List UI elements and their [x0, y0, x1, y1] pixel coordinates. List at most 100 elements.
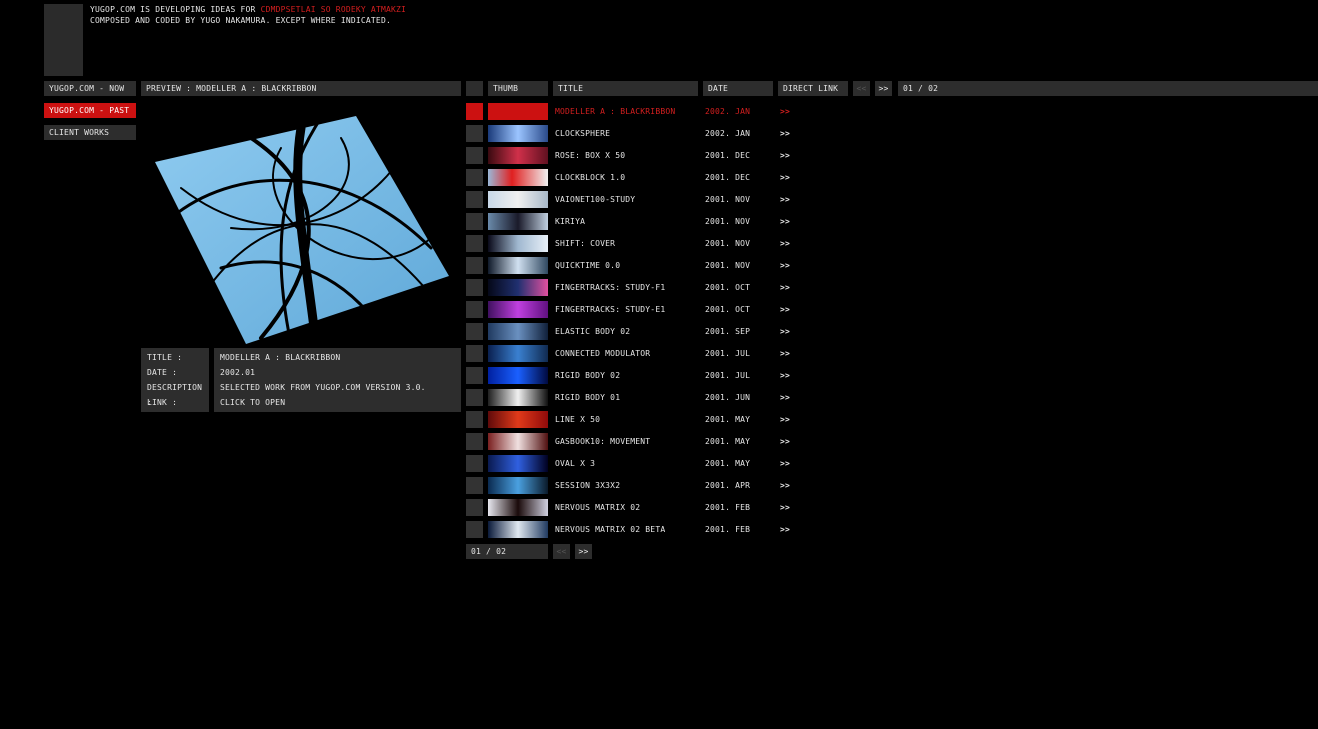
list-item[interactable]: FINGERTRACKS: STUDY-E1 2001. OCT >>	[466, 300, 806, 319]
row-title[interactable]: NERVOUS MATRIX 02	[555, 498, 640, 517]
row-title[interactable]: RIGID BODY 01	[555, 388, 620, 407]
next-page-button-bottom[interactable]: >>	[575, 544, 592, 559]
list-item[interactable]: GASBOOK10: MOVEMENT 2001. MAY >>	[466, 432, 806, 451]
row-select-box[interactable]	[466, 477, 483, 494]
row-thumbnail[interactable]	[488, 433, 548, 450]
row-title[interactable]: SHIFT: COVER	[555, 234, 615, 253]
list-item[interactable]: NERVOUS MATRIX 02 BETA 2001. FEB >>	[466, 520, 806, 539]
row-select-box[interactable]	[466, 279, 483, 296]
row-select-box[interactable]	[466, 389, 483, 406]
row-title[interactable]: CLOCKBLOCK 1.0	[555, 168, 625, 187]
row-select-box[interactable]	[466, 455, 483, 472]
row-direct-link[interactable]: >>	[780, 124, 790, 143]
row-select-box[interactable]	[466, 191, 483, 208]
list-item[interactable]: RIGID BODY 01 2001. JUN >>	[466, 388, 806, 407]
list-item[interactable]: KIRIYA 2001. NOV >>	[466, 212, 806, 231]
row-thumbnail[interactable]	[488, 301, 548, 318]
row-direct-link[interactable]: >>	[780, 256, 790, 275]
row-direct-link[interactable]: >>	[780, 146, 790, 165]
row-thumbnail[interactable]	[488, 213, 548, 230]
row-thumbnail[interactable]	[488, 169, 548, 186]
row-direct-link[interactable]: >>	[780, 212, 790, 231]
row-title[interactable]: FINGERTRACKS: STUDY-E1	[555, 300, 665, 319]
list-item[interactable]: QUICKTIME 0.0 2001. NOV >>	[466, 256, 806, 275]
row-direct-link[interactable]: >>	[780, 234, 790, 253]
row-direct-link[interactable]: >>	[780, 168, 790, 187]
row-select-box[interactable]	[466, 411, 483, 428]
list-item[interactable]: ROSE: BOX X 50 2001. DEC >>	[466, 146, 806, 165]
column-header-title[interactable]: TITLE	[553, 81, 698, 96]
row-direct-link[interactable]: >>	[780, 278, 790, 297]
nav-item-past[interactable]: YUGOP.COM - PAST	[44, 103, 136, 118]
nav-item-client-works[interactable]: CLIENT WORKS	[44, 125, 136, 140]
row-thumbnail[interactable]	[488, 323, 548, 340]
row-thumbnail[interactable]	[488, 521, 548, 538]
list-item[interactable]: CONNECTED MODULATOR 2001. JUL >>	[466, 344, 806, 363]
row-select-box[interactable]	[466, 147, 483, 164]
site-logo[interactable]	[44, 4, 83, 76]
list-item[interactable]: SHIFT: COVER 2001. NOV >>	[466, 234, 806, 253]
row-direct-link[interactable]: >>	[780, 190, 790, 209]
column-header-date[interactable]: DATE	[703, 81, 773, 96]
row-thumbnail[interactable]	[488, 367, 548, 384]
row-title[interactable]: NERVOUS MATRIX 02 BETA	[555, 520, 665, 539]
row-direct-link[interactable]: >>	[780, 520, 790, 539]
list-item[interactable]: SESSION 3X3X2 2001. APR >>	[466, 476, 806, 495]
row-title[interactable]: ELASTIC BODY 02	[555, 322, 630, 341]
row-thumbnail[interactable]	[488, 499, 548, 516]
row-title[interactable]: GASBOOK10: MOVEMENT	[555, 432, 650, 451]
preview-image[interactable]	[141, 98, 461, 349]
row-select-box[interactable]	[466, 169, 483, 186]
row-select-box[interactable]	[466, 125, 483, 142]
row-title[interactable]: LINE X 50	[555, 410, 600, 429]
list-item[interactable]: MODELLER A : BLACKRIBBON 2002. JAN >>	[466, 102, 806, 121]
row-select-box[interactable]	[466, 433, 483, 450]
row-title[interactable]: VAIONET100-STUDY	[555, 190, 635, 209]
row-title[interactable]: MODELLER A : BLACKRIBBON	[555, 102, 675, 121]
row-thumbnail[interactable]	[488, 235, 548, 252]
value-link[interactable]: CLICK TO OPEN	[214, 395, 461, 410]
row-direct-link[interactable]: >>	[780, 300, 790, 319]
row-thumbnail[interactable]	[488, 411, 548, 428]
row-title[interactable]: CLOCKSPHERE	[555, 124, 610, 143]
prev-page-button[interactable]: <<	[853, 81, 870, 96]
row-thumbnail[interactable]	[488, 191, 548, 208]
row-direct-link[interactable]: >>	[780, 388, 790, 407]
row-title[interactable]: QUICKTIME 0.0	[555, 256, 620, 275]
row-title[interactable]: ROSE: BOX X 50	[555, 146, 625, 165]
row-thumbnail[interactable]	[488, 103, 548, 120]
row-select-box[interactable]	[466, 235, 483, 252]
prev-page-button-bottom[interactable]: <<	[553, 544, 570, 559]
row-title[interactable]: CONNECTED MODULATOR	[555, 344, 650, 363]
list-item[interactable]: RIGID BODY 02 2001. JUL >>	[466, 366, 806, 385]
row-select-box[interactable]	[466, 499, 483, 516]
row-select-box[interactable]	[466, 345, 483, 362]
row-direct-link[interactable]: >>	[780, 498, 790, 517]
list-item[interactable]: NERVOUS MATRIX 02 2001. FEB >>	[466, 498, 806, 517]
row-direct-link[interactable]: >>	[780, 454, 790, 473]
row-direct-link[interactable]: >>	[780, 344, 790, 363]
row-select-box[interactable]	[466, 213, 483, 230]
row-select-box[interactable]	[466, 367, 483, 384]
row-select-box[interactable]	[466, 257, 483, 274]
list-item[interactable]: ELASTIC BODY 02 2001. SEP >>	[466, 322, 806, 341]
row-direct-link[interactable]: >>	[780, 366, 790, 385]
list-item[interactable]: VAIONET100-STUDY 2001. NOV >>	[466, 190, 806, 209]
row-direct-link[interactable]: >>	[780, 476, 790, 495]
row-title[interactable]: FINGERTRACKS: STUDY-F1	[555, 278, 665, 297]
row-direct-link[interactable]: >>	[780, 432, 790, 451]
row-title[interactable]: RIGID BODY 02	[555, 366, 620, 385]
row-select-box[interactable]	[466, 521, 483, 538]
list-item[interactable]: LINE X 50 2001. MAY >>	[466, 410, 806, 429]
row-thumbnail[interactable]	[488, 125, 548, 142]
list-item[interactable]: CLOCKBLOCK 1.0 2001. DEC >>	[466, 168, 806, 187]
row-thumbnail[interactable]	[488, 389, 548, 406]
row-title[interactable]: KIRIYA	[555, 212, 585, 231]
row-select-box[interactable]	[466, 323, 483, 340]
list-item[interactable]: CLOCKSPHERE 2002. JAN >>	[466, 124, 806, 143]
row-direct-link[interactable]: >>	[780, 102, 790, 121]
row-select-box[interactable]	[466, 301, 483, 318]
row-direct-link[interactable]: >>	[780, 322, 790, 341]
row-thumbnail[interactable]	[488, 147, 548, 164]
row-thumbnail[interactable]	[488, 477, 548, 494]
